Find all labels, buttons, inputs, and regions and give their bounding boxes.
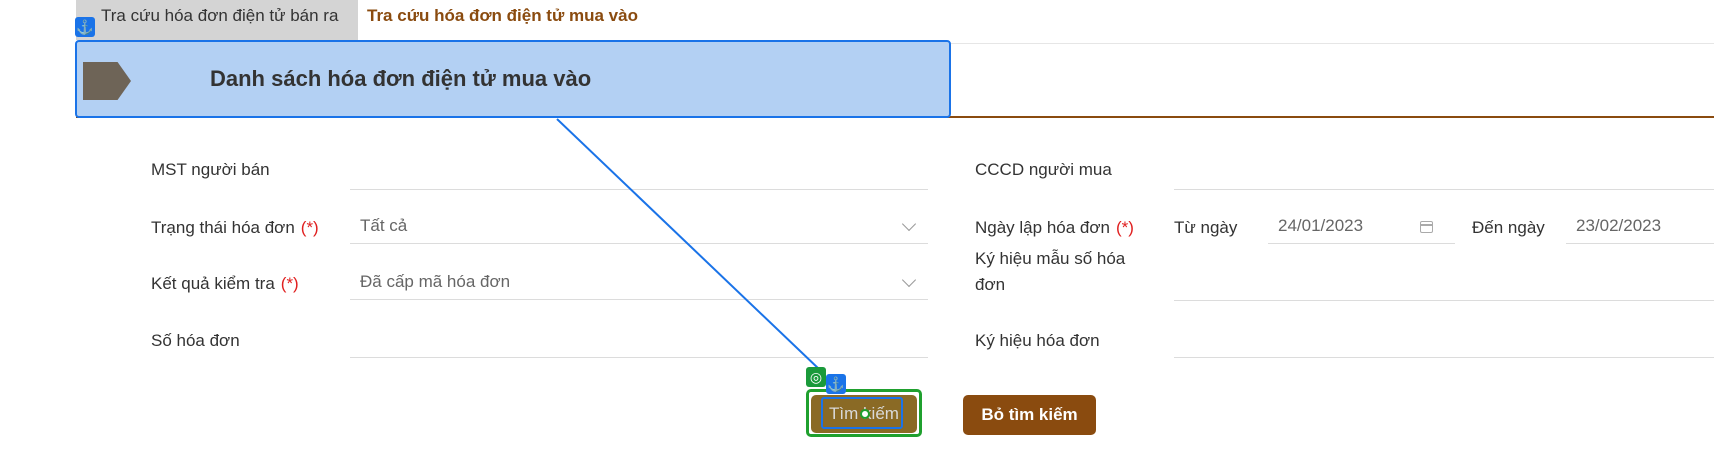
anchor-icon: ⚓	[826, 374, 846, 394]
page-title: Danh sách hóa đơn điện tử mua vào	[210, 66, 592, 91]
tu-ngay-date-input[interactable]: 24/01/2023	[1268, 210, 1455, 244]
click-point-icon	[860, 409, 870, 419]
chevron-down-icon	[901, 216, 917, 232]
so-hoa-don-label: Số hóa đơn	[151, 331, 240, 350]
section-header: Danh sách hóa đơn điện tử mua vào	[75, 40, 951, 118]
cccd-nguoi-mua-label: CCCD người mua	[975, 160, 1112, 179]
search-button[interactable]: Tìm kiếm	[811, 395, 917, 433]
mst-nguoi-ban-label: MST người bán	[151, 160, 270, 179]
ky-hieu-mau-so-label-line2: đơn	[975, 275, 1006, 294]
so-hoa-don-input[interactable]	[350, 324, 928, 358]
den-ngay-date-input[interactable]: 23/02/2023	[1566, 210, 1714, 244]
ngay-lap-label: Ngày lập hóa đơn (*)	[975, 218, 1134, 238]
tab-tra-cuu-ban-ra-label: Tra cứu hóa đơn điện tử bán ra	[101, 6, 339, 25]
calendar-icon[interactable]	[1420, 221, 1433, 233]
required-marker: (*)	[1115, 218, 1134, 237]
tu-ngay-label: Từ ngày	[1174, 218, 1238, 237]
tab-tra-cuu-ban-ra[interactable]: Tra cứu hóa đơn điện tử bán ra	[76, 0, 358, 40]
trang-thai-label: Trạng thái hóa đơn (*)	[151, 218, 319, 238]
ket-qua-kiem-tra-select[interactable]: Đã cấp mã hóa đơn	[350, 266, 928, 300]
target-icon: ◎	[806, 367, 826, 387]
ket-qua-kiem-tra-label: Kết quả kiểm tra (*)	[151, 274, 299, 294]
ket-qua-kiem-tra-value: Đã cấp mã hóa đơn	[360, 272, 511, 291]
tab-tra-cuu-mua-vao[interactable]: Tra cứu hóa đơn điện tử mua vào	[367, 6, 638, 26]
cccd-nguoi-mua-input[interactable]	[1174, 156, 1714, 190]
ngay-lap-label-text: Ngày lập hóa đơn	[975, 218, 1110, 237]
header-chevron-icon	[83, 62, 131, 100]
mst-nguoi-ban-input[interactable]	[350, 156, 928, 190]
anchor-icon: ⚓	[75, 17, 95, 37]
chevron-down-icon	[901, 272, 917, 288]
ket-qua-kiem-tra-label-text: Kết quả kiểm tra	[151, 274, 275, 293]
ky-hieu-hoa-don-input[interactable]	[1174, 324, 1714, 358]
ky-hieu-mau-so-label: Ký hiệu mẫu số hóa	[975, 249, 1126, 268]
trang-thai-label-text: Trạng thái hóa đơn	[151, 218, 295, 237]
clear-search-button[interactable]: Bỏ tìm kiếm	[963, 395, 1096, 435]
den-ngay-label: Đến ngày	[1472, 218, 1545, 237]
required-marker: (*)	[280, 274, 299, 293]
tu-ngay-value: 24/01/2023	[1278, 216, 1364, 235]
trang-thai-value: Tất cả	[360, 216, 408, 235]
required-marker: (*)	[300, 218, 319, 237]
trang-thai-select[interactable]: Tất cả	[350, 210, 928, 244]
ky-hieu-mau-so-input[interactable]	[1174, 267, 1714, 301]
ky-hieu-hoa-don-label: Ký hiệu hóa đơn	[975, 331, 1100, 350]
den-ngay-value: 23/02/2023	[1576, 216, 1662, 235]
